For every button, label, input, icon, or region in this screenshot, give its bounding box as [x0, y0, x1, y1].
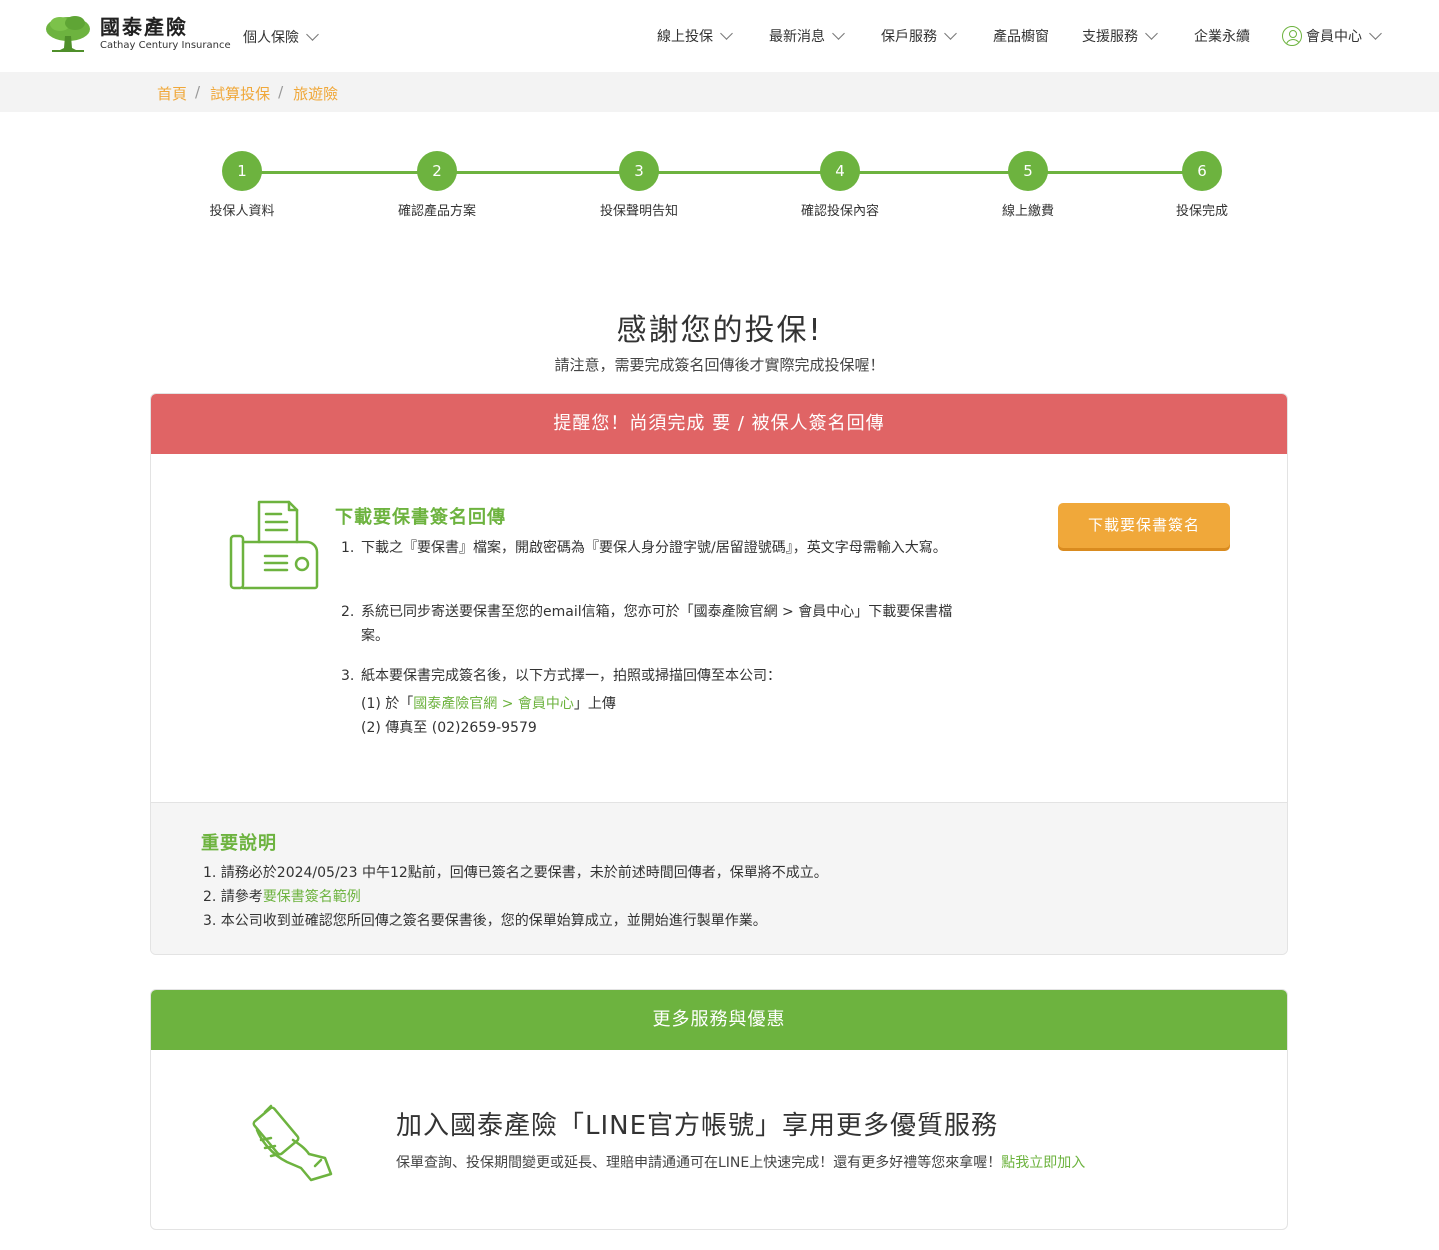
important-notes-list: 1. 請務必於2024/05/23 中午12點前，回傳已簽名之要保書，未於前述時…	[203, 861, 828, 933]
nav-label: 最新消息	[769, 29, 825, 45]
step-label: 投保人資料	[209, 204, 275, 219]
upload-option-suffix: 」上傳	[573, 696, 616, 712]
step-number: 2	[417, 151, 457, 191]
upload-option-prefix: (1) 於「	[361, 696, 414, 712]
instruction-item: 2. 系統已同步寄送要保書至您的email信箱，您亦可於「國泰產險官網 > 會員…	[341, 600, 961, 664]
download-section-title: 下載要保書簽名回傳	[335, 507, 506, 528]
important-notes: 重要說明 1. 請務必於2024/05/23 中午12點前，回傳已簽名之要保書，…	[151, 802, 1287, 954]
important-notes-title: 重要說明	[201, 833, 277, 854]
chevron-down-icon	[944, 27, 957, 40]
nav-support[interactable]: 支援服務	[1082, 26, 1158, 46]
instruction-item: 1. 下載之『要保書』檔案，開啟密碼為『要保人身分證字號/居留證號碼』，英文字母…	[341, 536, 961, 600]
note-item: 1. 請務必於2024/05/23 中午12點前，回傳已簽名之要保書，未於前述時…	[203, 865, 828, 881]
breadcrumb-separator: /	[195, 83, 201, 101]
chevron-down-icon	[832, 27, 845, 40]
step-number: 5	[1008, 151, 1048, 191]
step-label: 確認投保內容	[800, 204, 879, 219]
chevron-down-icon	[1369, 27, 1382, 40]
nav-label: 企業永續	[1194, 29, 1250, 45]
note-item: 3. 本公司收到並確認您所回傳之簽名要保書後，您的保單始算成立，並開始進行製單作…	[203, 913, 767, 929]
breadcrumb-home[interactable]: 首頁	[157, 83, 187, 104]
step-1: 1 投保人資料	[172, 151, 312, 219]
step-label: 投保完成	[1175, 204, 1228, 219]
nav-customer-service[interactable]: 保戶服務	[881, 26, 957, 46]
page-subtitle: 請注意，需要完成簽名回傳後才實際完成投保喔！	[554, 356, 885, 374]
breadcrumb-quote[interactable]: 試算投保	[210, 83, 270, 104]
signature-reminder-card: 提醒您！尚須完成 要 / 被保人簽名回傳 下載要保書簽名回傳 1. 下載之『要保…	[150, 393, 1288, 955]
step-label: 線上繳費	[1001, 204, 1054, 219]
page-title: 感謝您的投保!	[616, 313, 823, 348]
breadcrumb: 首頁 / 試算投保 / 旅遊險	[157, 83, 338, 104]
member-center-link[interactable]: 國泰產險官網 > 會員中心	[413, 696, 574, 712]
instruction-text: 下載之『要保書』檔案，開啟密碼為『要保人身分證字號/居留證號碼』，英文字母需輸入…	[361, 540, 947, 556]
step-number: 1	[222, 151, 262, 191]
nav-label: 會員中心	[1306, 29, 1362, 45]
logo-chinese-name: 國泰產險	[100, 15, 188, 39]
nav-label: 支援服務	[1082, 29, 1138, 45]
nav-sustainability[interactable]: 企業永續	[1194, 26, 1250, 46]
nav-online-apply[interactable]: 線上投保	[657, 26, 733, 46]
download-instructions: 1. 下載之『要保書』檔案，開啟密碼為『要保人身分證字號/居留證號碼』，英文字母…	[341, 536, 961, 740]
nav-label: 線上投保	[657, 29, 713, 45]
chevron-down-icon	[720, 27, 733, 40]
step-label: 確認產品方案	[397, 204, 476, 219]
instruction-text: 系統已同步寄送要保書至您的email信箱，您亦可於「國泰產險官網 > 會員中心」…	[361, 604, 953, 644]
instruction-item: 3. 紙本要保書完成簽名後，以下方式擇一，拍照或掃描回傳至本公司：	[341, 664, 961, 688]
phone-in-hand-icon	[252, 1104, 333, 1182]
fax-icon	[229, 500, 319, 590]
note-text: 2. 請參考	[203, 889, 263, 905]
instruction-number: 2.	[341, 604, 355, 620]
join-line-link[interactable]: 點我立即加入	[1001, 1155, 1085, 1171]
step-label: 投保聲明告知	[599, 204, 678, 219]
download-proposal-button[interactable]: 下載要保書簽名	[1058, 503, 1230, 548]
line-service-description: 保單查詢、投保期間變更或延長、理賠申請通通可在LINE上快速完成！還有更多好禮等…	[396, 1152, 1085, 1172]
instruction-number: 1.	[341, 540, 355, 556]
services-header: 更多服務與優惠	[151, 990, 1287, 1050]
line-official-account-title: 加入國泰產險「LINE官方帳號」享用更多優質服務	[396, 1111, 999, 1141]
site-header: 國泰產險 Cathay Century Insurance 個人保險 線上投保 …	[0, 0, 1439, 72]
breadcrumb-separator: /	[278, 83, 284, 101]
more-services-card: 更多服務與優惠 加入國泰產險「LINE官方帳號」享用更多優質服務 保單查詢、投保…	[150, 989, 1288, 1230]
step-number: 3	[619, 151, 659, 191]
chevron-down-icon	[306, 28, 319, 41]
instruction-number: 3.	[341, 668, 355, 684]
nav-label: 產品櫥窗	[993, 29, 1049, 45]
step-number: 4	[820, 151, 860, 191]
signature-example-link[interactable]: 要保書簽名範例	[263, 889, 361, 905]
nav-label: 保戶服務	[881, 29, 937, 45]
step-4: 4 確認投保內容	[770, 151, 910, 219]
step-2: 2 確認產品方案	[367, 151, 507, 219]
upload-option: (1) 於「國泰產險官網 > 會員中心」上傳	[341, 692, 961, 716]
tree-logo-icon	[46, 16, 90, 52]
step-number: 6	[1182, 151, 1222, 191]
logo-english-name: Cathay Century Insurance	[100, 40, 231, 51]
fax-option: (2) 傳真至 (02)2659-9579	[361, 720, 537, 736]
logo[interactable]: 國泰產險 Cathay Century Insurance	[44, 14, 231, 54]
instruction-text: 紙本要保書完成簽名後，以下方式擇一，拍照或掃描回傳至本公司：	[361, 668, 781, 684]
chevron-down-icon	[1145, 27, 1158, 40]
personal-insurance-label: 個人保險	[243, 30, 299, 46]
nav-products[interactable]: 產品櫥窗	[993, 26, 1049, 46]
user-icon	[1282, 26, 1302, 46]
step-6: 6 投保完成	[1132, 151, 1272, 219]
step-3: 3 投保聲明告知	[569, 151, 709, 219]
line-service-text: 保單查詢、投保期間變更或延長、理賠申請通通可在LINE上快速完成！還有更多好禮等…	[396, 1155, 1002, 1171]
reminder-header: 提醒您！尚須完成 要 / 被保人簽名回傳	[151, 394, 1287, 454]
breadcrumb-travel-insurance[interactable]: 旅遊險	[293, 83, 338, 104]
breadcrumb-bar: 首頁 / 試算投保 / 旅遊險	[0, 72, 1439, 112]
step-5: 5 線上繳費	[958, 151, 1098, 219]
note-item: 2. 請參考要保書簽名範例	[203, 885, 828, 909]
nav-member-center[interactable]: 會員中心	[1282, 26, 1382, 46]
personal-insurance-menu[interactable]: 個人保險	[243, 27, 319, 47]
nav-news[interactable]: 最新消息	[769, 26, 845, 46]
